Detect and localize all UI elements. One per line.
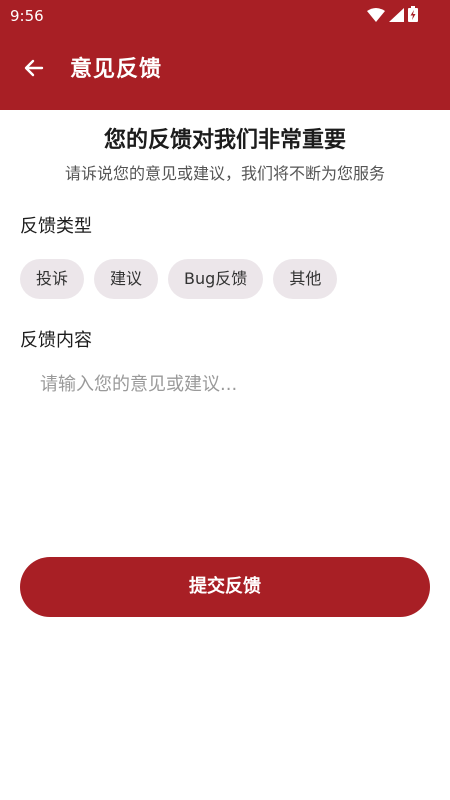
chip-complaint[interactable]: 投诉 bbox=[20, 259, 85, 299]
chip-suggestion[interactable]: 建议 bbox=[94, 259, 159, 299]
page-title: 意见反馈 bbox=[70, 57, 163, 82]
intro-headline: 您的反馈对我们非常重要 bbox=[103, 128, 346, 153]
status-bar: 9:56 bbox=[0, 0, 450, 32]
app-bar: 意见反馈 bbox=[0, 32, 450, 110]
feedback-content-input[interactable] bbox=[20, 360, 430, 530]
chip-other[interactable]: 其他 bbox=[273, 259, 338, 299]
arrow-left-icon bbox=[22, 56, 46, 84]
status-icons bbox=[367, 6, 418, 26]
back-button[interactable] bbox=[14, 52, 54, 88]
wifi-icon bbox=[367, 7, 385, 26]
chip-bug-report[interactable]: Bug反馈 bbox=[168, 259, 264, 299]
feedback-screen: 9:56 意见反馈 您的反馈对我们非常重要 请诉说您的意见或建议，我们将不断为您… bbox=[0, 0, 450, 800]
status-time: 9:56 bbox=[10, 7, 44, 25]
intro-subline: 请诉说您的意见或建议，我们将不断为您服务 bbox=[64, 164, 385, 183]
signal-icon bbox=[389, 7, 404, 26]
battery-charging-icon bbox=[408, 6, 418, 26]
feedback-content-label: 反馈内容 bbox=[20, 330, 92, 351]
feedback-type-label: 反馈类型 bbox=[20, 216, 92, 237]
submit-feedback-button[interactable]: 提交反馈 bbox=[20, 557, 430, 617]
feedback-type-chips: 投诉 建议 Bug反馈 其他 bbox=[20, 259, 338, 299]
